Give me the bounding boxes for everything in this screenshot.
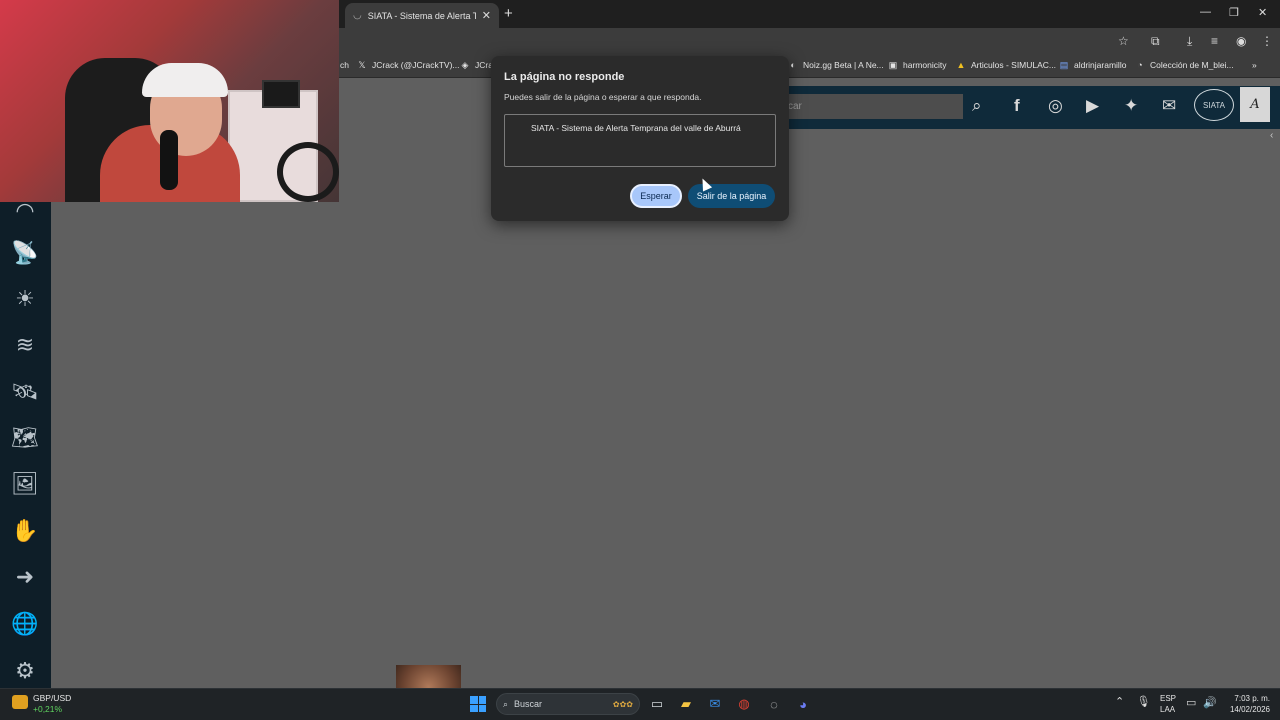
bookmark-item[interactable]: ▲ Articulos - SIMULAC... xyxy=(956,60,1057,70)
wait-button[interactable]: Esperar xyxy=(630,184,682,208)
collapse-arrow-icon[interactable]: ‹ xyxy=(1270,130,1273,141)
ticker-change: +0,21% xyxy=(33,704,63,714)
sidebar-satellite-icon[interactable]: 🛰 xyxy=(10,377,40,407)
app-icon: ▤ xyxy=(1059,59,1069,70)
bookmark-item[interactable]: ◔ Colección de M_blei... xyxy=(1135,60,1233,70)
sidebar-settings-icon[interactable]: ⚙ xyxy=(10,656,40,686)
bookmark-item[interactable]: ▤ aldrinjaramillo xyxy=(1059,59,1127,71)
sidebar-layers-icon[interactable]: ≋ xyxy=(10,330,40,360)
dialog-description: Puedes salir de la página o esperar a qu… xyxy=(504,92,702,102)
bookmark-item[interactable]: ◈ JCra xyxy=(460,59,493,71)
harmonicity-icon: ▣ xyxy=(888,59,898,70)
youtube-icon[interactable]: ▶ xyxy=(1086,96,1099,116)
browser-tab[interactable]: ◡ SIATA - Sistema de Alerta Temprana del… xyxy=(345,3,499,28)
lang-layout: LAA xyxy=(1160,705,1176,714)
bookmark-item[interactable]: ▣ harmonicity xyxy=(888,59,947,71)
minimize-icon[interactable]: — xyxy=(1200,6,1211,18)
task-view-icon[interactable]: ▭ xyxy=(648,695,666,713)
chrome-icon[interactable]: ◍ xyxy=(735,695,753,713)
sidebar-map-icon[interactable]: 🗺 xyxy=(10,423,40,453)
sidebar-radar-icon[interactable]: 📡 xyxy=(10,238,40,268)
language-indicator[interactable]: ESP LAA xyxy=(1160,693,1176,715)
unresponsive-pages-list xyxy=(504,114,776,167)
noiz-icon: ◐ xyxy=(790,60,796,70)
clock-time: 7:03 p. m. xyxy=(1234,694,1270,703)
loading-icon: ◡ xyxy=(353,10,362,21)
taskbar-search[interactable]: ⌕ Buscar ✿✿✿ xyxy=(496,693,640,715)
volume-icon[interactable]: 🔊 xyxy=(1203,696,1217,709)
siata-logo[interactable]: SIATA xyxy=(1194,89,1234,121)
search-icon: ⌕ xyxy=(503,698,509,709)
mail-icon[interactable]: ✉ xyxy=(1162,96,1176,116)
file-explorer-icon[interactable]: ▰ xyxy=(677,695,695,713)
discord-icon[interactable]: ◕ xyxy=(794,695,812,713)
bookmark-icon: ◈ xyxy=(461,59,469,70)
x-logo-icon: 𝕏 xyxy=(358,59,366,70)
lang-code: ESP xyxy=(1160,694,1177,703)
app-icon[interactable]: ◌ xyxy=(765,695,783,713)
area-metropolitana-logo[interactable]: A xyxy=(1240,87,1270,122)
network-icon[interactable]: ▭ xyxy=(1186,696,1196,709)
taskbar-search-label: Buscar xyxy=(514,699,543,709)
sidebar-globe-icon[interactable]: 🌐 xyxy=(10,609,40,639)
download-icon[interactable]: ⤓ xyxy=(1187,34,1192,49)
mail-app-icon[interactable]: ✉ xyxy=(706,695,724,713)
tab-title: SIATA - Sistema de Alerta Temprana del v… xyxy=(367,10,476,21)
instagram-icon[interactable]: ◎ xyxy=(1048,96,1063,116)
system-tray[interactable]: ⌃ 🎙 xyxy=(1115,695,1150,708)
drive-icon: ▲ xyxy=(956,60,966,70)
windows-start-icon[interactable] xyxy=(470,696,486,712)
search-highlight-icon: ✿✿✿ xyxy=(612,699,633,709)
collection-icon: ◔ xyxy=(1137,60,1143,70)
restore-icon[interactable]: ❐ xyxy=(1229,6,1239,19)
star-icon[interactable]: ☆ xyxy=(1118,34,1129,48)
sidebar-image-icon[interactable]: 🖼 xyxy=(10,469,40,499)
bookmark-item[interactable]: 𝕏 JCrack (@JCrackTV)... xyxy=(357,59,459,71)
ticker-pair: GBP/USD xyxy=(33,693,72,703)
search-icon[interactable]: ⌕ xyxy=(972,96,982,116)
facebook-icon[interactable]: f xyxy=(1014,96,1020,116)
menu-icon[interactable]: ⋮ xyxy=(1261,34,1273,48)
bookmark-item[interactable]: ch xyxy=(340,60,349,70)
webcam-overlay xyxy=(0,0,339,202)
extensions-icon[interactable]: ⧉ xyxy=(1151,34,1160,49)
taskbar xyxy=(0,688,1280,720)
clock[interactable]: 7:03 p. m. 14/02/2026 xyxy=(1226,693,1270,715)
twitter-icon[interactable]: ✦ xyxy=(1124,96,1138,116)
close-tab-icon[interactable]: ✕ xyxy=(482,9,491,22)
media-icon[interactable]: ≡ xyxy=(1211,34,1218,48)
sidebar-hand-icon[interactable]: ✋ xyxy=(10,516,40,546)
bookmarks-overflow-button[interactable]: » xyxy=(1252,60,1257,70)
sidebar-weather-icon[interactable]: ☀ xyxy=(10,284,40,314)
dialog-title: La página no responde xyxy=(504,71,625,83)
new-tab-button[interactable]: + xyxy=(504,5,513,22)
sidebar-arrow-icon[interactable]: ➜ xyxy=(10,562,40,592)
close-window-icon[interactable]: ✕ xyxy=(1258,6,1267,19)
stock-widget-icon[interactable] xyxy=(12,695,28,709)
site-search-input[interactable]: car xyxy=(780,94,963,119)
clock-date: 14/02/2026 xyxy=(1229,705,1270,714)
profile-icon[interactable]: ◉ xyxy=(1236,34,1246,48)
stock-ticker-widget[interactable]: GBP/USD +0,21% xyxy=(33,693,71,715)
bookmark-item[interactable]: ◐ Noiz.gg Beta | A Ne... xyxy=(788,60,883,70)
unresponsive-page-item: SIATA - Sistema de Alerta Temprana del v… xyxy=(531,123,741,133)
